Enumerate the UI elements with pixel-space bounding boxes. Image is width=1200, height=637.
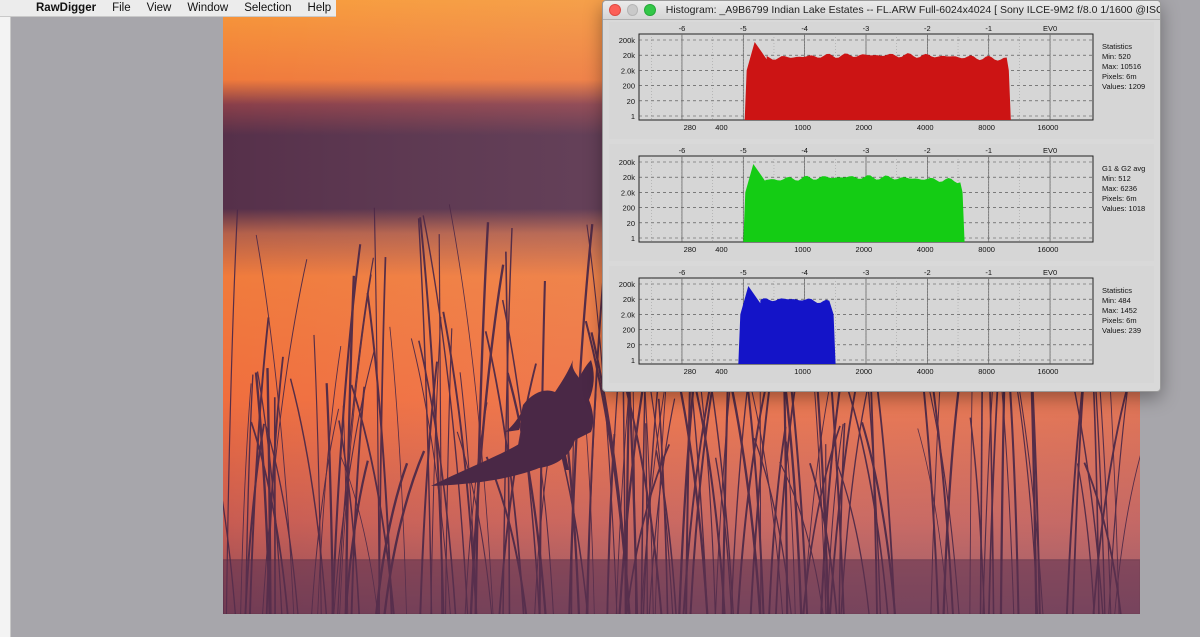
histogram-plot-green: 200k 20k 2.0k 200 20 1 -6 -5 -4 -3 -2 -1 EV0 280 400 10… xyxy=(619,146,1094,254)
left-side-panel xyxy=(0,16,11,637)
ev-tick-label: -4 xyxy=(801,24,808,33)
ev-tick-label: -4 xyxy=(801,146,808,155)
menu-window[interactable]: Window xyxy=(179,0,236,16)
ev-tick-label: -5 xyxy=(740,24,747,33)
y-tick-label: 20 xyxy=(627,97,635,106)
stats-blue: Statistics Min: 484 Max: 1452 Pixels: 6m… xyxy=(1102,286,1141,336)
menu-selection[interactable]: Selection xyxy=(236,0,299,16)
stats-pixels: Pixels: 6m xyxy=(1102,72,1137,81)
stats-min: Min: 484 xyxy=(1102,296,1131,305)
ev-tick-label: -2 xyxy=(924,146,931,155)
histogram-window[interactable]: Histogram: _A9B6799 Indian Lake Estates … xyxy=(602,0,1161,392)
raw-tick-label: 2000 xyxy=(856,123,873,132)
ev-tick-label: -6 xyxy=(679,146,686,155)
y-tick-label: 20k xyxy=(623,51,635,60)
ev-tick-label: -2 xyxy=(924,268,931,277)
ev-tick-label: -3 xyxy=(863,146,870,155)
ev-tick-label: -3 xyxy=(863,268,870,277)
raw-tick-label: 280 xyxy=(684,123,697,132)
y-tick-label: 200k xyxy=(619,280,636,289)
y-tick-label: 200k xyxy=(619,36,636,45)
raw-tick-label: 4000 xyxy=(917,123,934,132)
raw-tick-label: 400 xyxy=(715,245,728,254)
stats-heading: Statistics xyxy=(1102,286,1133,295)
ev-tick-label: -6 xyxy=(679,24,686,33)
raw-tick-label: 8000 xyxy=(978,245,995,254)
y-tick-label: 200 xyxy=(622,204,635,213)
menu-file[interactable]: File xyxy=(104,0,139,16)
menu-app-rawdigger[interactable]: RawDigger xyxy=(32,0,104,16)
histogram-titlebar[interactable]: Histogram: _A9B6799 Indian Lake Estates … xyxy=(603,1,1160,20)
raw-tick-label: 400 xyxy=(715,367,728,376)
grass-base xyxy=(223,559,1140,614)
stats-min: Min: 512 xyxy=(1102,174,1131,183)
raw-tick-label: 4000 xyxy=(917,367,934,376)
y-tick-label: 20k xyxy=(623,295,635,304)
raw-tick-label: 1000 xyxy=(794,245,811,254)
y-tick-label: 20 xyxy=(627,341,635,350)
raw-tick-label: 16000 xyxy=(1038,245,1059,254)
stats-max: Max: 10516 xyxy=(1102,62,1142,71)
stats-values: Values: 1209 xyxy=(1102,82,1146,91)
stats-min: Min: 520 xyxy=(1102,52,1131,61)
histogram-plot-red: 200k 20k 2.0k 200 20 1 -6 -5 -4 -3 -2 -1 EV0 280 400 10… xyxy=(619,24,1094,132)
y-tick-label: 1 xyxy=(631,356,635,365)
raw-tick-label: 16000 xyxy=(1038,367,1059,376)
stats-pixels: Pixels: 6m xyxy=(1102,194,1137,203)
ev-tick-label: -3 xyxy=(863,24,870,33)
raw-tick-label: 1000 xyxy=(794,367,811,376)
ev-tick-label: -2 xyxy=(924,24,931,33)
close-window-button[interactable] xyxy=(609,4,621,16)
ev-tick-label: -5 xyxy=(740,268,747,277)
histogram-plot-blue: 200k 20k 2.0k 200 20 1 -6 -5 -4 -3 -2 -1 EV0 280 400 10… xyxy=(619,268,1094,376)
ev-tick-label: EV0 xyxy=(1043,146,1057,155)
stats-heading: Statistics xyxy=(1102,42,1133,51)
raw-tick-label: 16000 xyxy=(1038,123,1059,132)
histogram-panel-red[interactable]: 200k 20k 2.0k 200 20 1 -6 -5 -4 -3 -2 -1 EV0 280 400 10… xyxy=(609,22,1154,139)
raw-tick-label: 4000 xyxy=(917,245,934,254)
raw-tick-label: 2000 xyxy=(856,245,873,254)
histogram-panel-green[interactable]: 200k 20k 2.0k 200 20 1 -6 -5 -4 -3 -2 -1 EV0 280 400 10… xyxy=(609,144,1154,261)
raw-tick-label: 8000 xyxy=(978,367,995,376)
y-tick-label: 20 xyxy=(627,219,635,228)
raw-tick-label: 8000 xyxy=(978,123,995,132)
y-tick-label: 1 xyxy=(631,234,635,243)
ev-tick-label: EV0 xyxy=(1043,24,1057,33)
menu-bar: RawDigger File View Window Selection Hel… xyxy=(0,0,336,17)
stats-max: Max: 6236 xyxy=(1102,184,1138,193)
ev-tick-label: EV0 xyxy=(1043,268,1057,277)
stats-values: Values: 1018 xyxy=(1102,204,1146,213)
y-tick-label: 200 xyxy=(622,82,635,91)
ev-tick-label: -5 xyxy=(740,146,747,155)
histogram-window-title: Histogram: _A9B6799 Indian Lake Estates … xyxy=(665,4,1160,16)
y-tick-label: 1 xyxy=(631,112,635,121)
ev-tick-label: -4 xyxy=(801,268,808,277)
raw-tick-label: 400 xyxy=(715,123,728,132)
raw-tick-label: 1000 xyxy=(794,123,811,132)
stats-green: G1 & G2 avg Min: 512 Max: 6236 Pixels: 6… xyxy=(1102,164,1145,214)
y-tick-label: 2.0k xyxy=(621,66,635,75)
histogram-panel-blue[interactable]: 200k 20k 2.0k 200 20 1 -6 -5 -4 -3 -2 -1 EV0 280 400 10… xyxy=(609,266,1154,383)
stats-pixels: Pixels: 6m xyxy=(1102,316,1137,325)
stats-values: Values: 239 xyxy=(1102,326,1142,335)
y-tick-label: 2.0k xyxy=(621,188,635,197)
y-tick-label: 20k xyxy=(623,173,635,182)
raw-tick-label: 280 xyxy=(684,245,697,254)
y-tick-label: 200k xyxy=(619,158,636,167)
stats-heading: G1 & G2 avg xyxy=(1102,164,1146,173)
raw-tick-label: 2000 xyxy=(856,367,873,376)
minimize-window-button[interactable] xyxy=(626,4,639,16)
ev-tick-label: -1 xyxy=(985,268,992,277)
raw-tick-label: 280 xyxy=(684,367,697,376)
y-tick-label: 2.0k xyxy=(621,310,635,319)
y-tick-label: 200 xyxy=(622,326,635,335)
ev-tick-label: -1 xyxy=(985,24,992,33)
menu-view[interactable]: View xyxy=(139,0,180,16)
ev-tick-label: -6 xyxy=(679,268,686,277)
menu-help[interactable]: Help xyxy=(300,0,340,16)
stats-red: Statistics Min: 520 Max: 10516 Pixels: 6… xyxy=(1102,42,1145,92)
stats-max: Max: 1452 xyxy=(1102,306,1138,315)
zoom-window-button[interactable] xyxy=(644,4,656,16)
ev-tick-label: -1 xyxy=(985,146,992,155)
